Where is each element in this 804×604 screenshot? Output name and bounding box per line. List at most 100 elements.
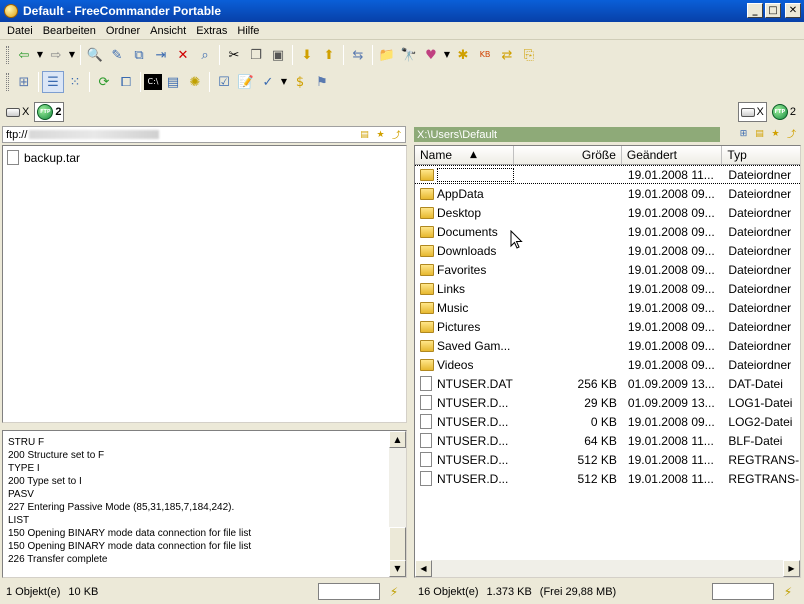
maximize-button[interactable]: □ <box>765 3 781 18</box>
column-type[interactable]: Typ <box>722 146 800 164</box>
folder-sync-icon[interactable]: ⇄ <box>496 44 518 66</box>
left-file-list[interactable]: backup.tar <box>2 145 407 423</box>
table-row[interactable]: Downloads 19.01.2008 09... Dateiordner <box>415 241 800 260</box>
folder-size-icon[interactable]: KB <box>474 44 496 66</box>
scroll-right-icon[interactable]: ▶ <box>783 560 800 577</box>
view-icon[interactable]: 🔍 <box>84 44 106 66</box>
column-name[interactable]: Name ▲ <box>415 146 515 164</box>
right-drive-x-button[interactable]: X <box>737 102 767 122</box>
notepad-icon[interactable]: 📝 <box>235 71 257 93</box>
minimize-button[interactable]: _ <box>747 3 763 18</box>
forward-icon[interactable]: ⇨ <box>45 44 67 66</box>
left-drive-x-button[interactable]: X <box>4 102 31 122</box>
toolbar-grip[interactable] <box>6 46 9 64</box>
find-icon[interactable]: ⌕ <box>194 44 216 66</box>
left-ftp-button[interactable]: FTP 2 <box>34 102 65 122</box>
table-row[interactable]: NTUSER.D... 512 KB 19.01.2008 11... REGTRAN… <box>415 469 800 488</box>
cut-icon[interactable]: ✂ <box>223 44 245 66</box>
table-row[interactable]: Links 19.01.2008 09... Dateiordner <box>415 279 800 298</box>
network-drive-icon[interactable]: ⊞ <box>737 127 750 140</box>
move-file-icon[interactable]: ⇥ <box>150 44 172 66</box>
favorites-icon[interactable]: ♥ <box>420 44 442 66</box>
right-filter-input[interactable] <box>712 583 774 600</box>
toolbar-grip-2[interactable] <box>6 73 9 91</box>
select-icon[interactable]: ☑ <box>213 71 235 93</box>
log-scrollbar[interactable]: ▲ ▼ <box>389 431 406 577</box>
attributes-icon[interactable]: $ <box>289 71 311 93</box>
menu-bearbeiten[interactable]: Bearbeiten <box>38 25 101 37</box>
scroll-down-icon[interactable]: ▼ <box>389 560 406 577</box>
close-button[interactable]: ✕ <box>785 3 801 18</box>
new-folder-icon[interactable]: 📁 <box>376 44 398 66</box>
details-view-icon[interactable]: ☰ <box>42 71 64 93</box>
table-row[interactable]: Desktop 19.01.2008 09... Dateiordner <box>415 203 800 222</box>
menu-ansicht[interactable]: Ansicht <box>145 25 191 37</box>
right-path-bar[interactable]: X:\Users\Default ⊞ ▤ ★ ⤴ <box>414 126 800 143</box>
favorite-folder-icon[interactable]: ★ <box>374 128 387 141</box>
filter-icon[interactable]: ⚡ <box>779 583 797 601</box>
screen-icon[interactable]: ▤ <box>162 71 184 93</box>
pack-icon[interactable]: ⬇ <box>296 44 318 66</box>
folder-copy-icon[interactable]: ⎘ <box>518 44 540 66</box>
menu-hilfe[interactable]: Hilfe <box>232 25 264 37</box>
favorites-dropdown-icon[interactable]: ▼ <box>442 44 452 66</box>
table-row[interactable]: Music 19.01.2008 09... Dateiordner <box>415 298 800 317</box>
checklist-icon[interactable]: ✓ <box>257 71 279 93</box>
table-row[interactable]: 19.01.2008 11... Dateiordner <box>415 165 800 184</box>
folder-search-icon[interactable]: 🔭 <box>398 44 420 66</box>
left-filter-input[interactable] <box>318 583 380 600</box>
scroll-left-icon[interactable]: ◀ <box>415 560 432 577</box>
paste-icon[interactable]: ▣ <box>267 44 289 66</box>
back-dropdown-icon[interactable]: ▼ <box>35 44 45 66</box>
network-icon[interactable]: ⚑ <box>311 71 333 93</box>
table-row[interactable]: Favorites 19.01.2008 09... Dateiordner <box>415 260 800 279</box>
table-row[interactable]: NTUSER.D... 64 KB 19.01.2008 11... BLF-Date… <box>415 431 800 450</box>
compare-icon[interactable]: ⇆ <box>347 44 369 66</box>
unpack-icon[interactable]: ⬆ <box>318 44 340 66</box>
menu-ordner[interactable]: Ordner <box>101 25 145 37</box>
column-size[interactable]: Größe <box>514 146 622 164</box>
refresh-icon[interactable]: ⟳ <box>93 71 115 93</box>
parent-folder-icon[interactable]: ⤴ <box>785 127 798 140</box>
thumbnails-view-icon[interactable]: ⁙ <box>64 71 86 93</box>
back-icon[interactable]: ⇦ <box>13 44 35 66</box>
table-row[interactable]: NTUSER.D... 0 KB 19.01.2008 09... LOG2-Date… <box>415 412 800 431</box>
favorite-folder-icon[interactable]: ★ <box>769 127 782 140</box>
table-row[interactable]: NTUSER.D... 29 KB 01.09.2009 13... LOG1-Dat… <box>415 393 800 412</box>
right-path-field[interactable]: X:\Users\Default <box>414 127 720 142</box>
dos-prompt-icon[interactable]: C:\ <box>144 74 162 90</box>
settings-icon[interactable]: ✺ <box>184 71 206 93</box>
checklist-dropdown-icon[interactable]: ▼ <box>279 71 289 93</box>
menu-datei[interactable]: Datei <box>2 25 38 37</box>
table-row[interactable]: NTUSER.D... 512 KB 19.01.2008 11... REGTRAN… <box>415 450 800 469</box>
copy-icon[interactable]: ❐ <box>245 44 267 66</box>
copy-file-icon[interactable]: ⧉ <box>128 44 150 66</box>
right-horizontal-scrollbar[interactable]: ◀ ▶ <box>415 560 800 577</box>
column-date[interactable]: Geändert <box>622 146 723 164</box>
right-ftp-button[interactable]: FTP 2 <box>770 102 798 122</box>
folder-star-icon[interactable]: ✱ <box>452 44 474 66</box>
list-item[interactable]: backup.tar <box>3 148 406 167</box>
filter-icon[interactable]: ⚡ <box>385 583 403 601</box>
forward-dropdown-icon[interactable]: ▼ <box>67 44 77 66</box>
scroll-thumb[interactable] <box>389 527 406 561</box>
ftp-log-panel[interactable]: STRU F 200 Structure set to F TYPE I 200… <box>2 430 407 578</box>
scroll-up-icon[interactable]: ▲ <box>389 431 406 448</box>
history-icon[interactable]: ▤ <box>358 128 371 141</box>
menu-extras[interactable]: Extras <box>191 25 232 37</box>
row-type: Dateiordner <box>728 300 792 315</box>
table-row[interactable]: AppData 19.01.2008 09... Dateiordner <box>415 184 800 203</box>
table-row[interactable]: Documents 19.01.2008 09... Dateiordner <box>415 222 800 241</box>
tree-view-icon[interactable]: ⊞ <box>13 71 35 93</box>
left-path-bar[interactable]: ftp:// ▤ ★ ⤴ <box>2 126 406 143</box>
right-file-list[interactable]: Name ▲ Größe Geändert Typ 19.01.2008 11.… <box>414 145 801 578</box>
table-row[interactable]: NTUSER.DAT 256 KB 01.09.2009 13... DAT-Date… <box>415 374 800 393</box>
edit-icon[interactable]: ✎ <box>106 44 128 66</box>
parent-folder-icon[interactable]: ⤴ <box>390 128 403 141</box>
table-row[interactable]: Videos 19.01.2008 09... Dateiordner <box>415 355 800 374</box>
table-row[interactable]: Pictures 19.01.2008 09... Dateiordner <box>415 317 800 336</box>
table-row[interactable]: Saved Gam... 19.01.2008 09... Dateiordner <box>415 336 800 355</box>
history-icon[interactable]: ▤ <box>753 127 766 140</box>
windows-icon[interactable]: ⧠ <box>115 71 137 93</box>
delete-icon[interactable]: ✕ <box>172 44 194 66</box>
